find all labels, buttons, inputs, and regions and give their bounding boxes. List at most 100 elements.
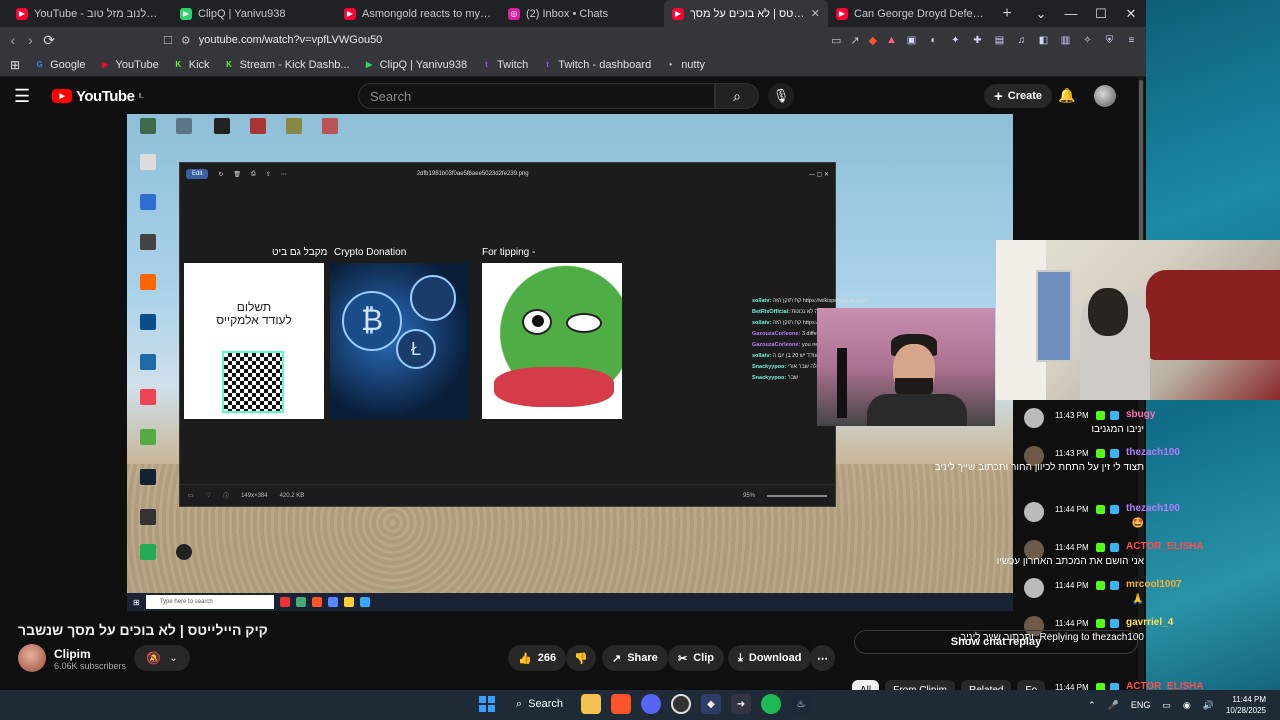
bookmark-item[interactable]: ▶ ClipQ | Yanivu938 xyxy=(364,59,467,71)
download-button[interactable]: ⤓ Download xyxy=(728,645,812,671)
chat-username[interactable]: mrcool1007 xyxy=(1126,579,1182,590)
obs-icon[interactable] xyxy=(671,694,692,714)
bookmark-label: YouTube xyxy=(115,58,159,71)
chat-username[interactable]: thezach100 xyxy=(1126,447,1180,458)
tab-3[interactable]: ◎ (2) Inbox • Chats xyxy=(500,0,664,27)
hamburger-menu-icon[interactable]: ☰ xyxy=(14,86,40,107)
close-tab-icon[interactable]: ✕ xyxy=(811,7,820,20)
account-avatar[interactable] xyxy=(1094,85,1116,107)
volume-icon[interactable]: 🔊 xyxy=(1203,700,1214,711)
chat-username[interactable]: gavrriel_4 xyxy=(1126,617,1173,628)
reload-icon[interactable]: ⟳ xyxy=(43,32,55,49)
brave-shield-icon[interactable]: ◆ xyxy=(869,34,877,47)
file-explorer-icon[interactable] xyxy=(581,694,602,714)
subscribed-button[interactable]: 🔕 ⌄ xyxy=(134,645,190,671)
tab-search-icon[interactable]: ⌄ xyxy=(1026,0,1056,27)
tab-2[interactable]: ▶ Asmongold reacts to my AI Song - Yo xyxy=(336,0,500,27)
extension-icon-2[interactable]: ◐ xyxy=(927,34,940,47)
app-icon[interactable]: ◆ xyxy=(701,694,722,714)
mini-chat-name: Snackyypoo: xyxy=(752,375,787,381)
share-icon[interactable]: ↗ xyxy=(850,34,859,47)
bookmark-icon[interactable]: ☐ xyxy=(163,34,173,47)
sidebar-icon[interactable]: ◧ xyxy=(1037,34,1050,47)
vpn-icon[interactable]: ✧ xyxy=(1081,34,1094,47)
tab-0[interactable]: ▶ YouTube - גיא אסלנוב מזל טוב xyxy=(8,0,172,27)
steam-icon[interactable]: ♨ xyxy=(791,694,812,714)
clip-button[interactable]: ✂ Clip xyxy=(668,645,724,671)
menu-icon[interactable]: ≡ xyxy=(1125,34,1138,47)
chat-username[interactable]: thezach100 xyxy=(1126,503,1180,514)
bookmark-favicon-icon: • xyxy=(669,60,673,69)
bookmark-item[interactable]: • nutty xyxy=(665,59,705,71)
windows-start-icon[interactable] xyxy=(476,693,498,715)
apps-grid-icon[interactable]: ⊞ xyxy=(10,58,20,72)
back-button-icon[interactable]: ‹ xyxy=(8,32,18,48)
spotify-icon[interactable] xyxy=(761,694,782,714)
install-icon[interactable]: ▭ xyxy=(831,34,841,47)
display-icon[interactable]: ▭ xyxy=(1162,700,1171,711)
extension-icon-4[interactable]: ✚ xyxy=(971,34,984,47)
close-window-icon[interactable]: ✕ xyxy=(1116,0,1146,27)
extension-icon-3[interactable]: ✦ xyxy=(949,34,962,47)
notifications-bell-icon[interactable]: 🔔 xyxy=(1058,87,1075,104)
maximize-icon[interactable]: ☐ xyxy=(1086,0,1116,27)
chat-username[interactable]: ACTOR_ELISHA xyxy=(1126,541,1204,552)
music-icon[interactable]: ♫ xyxy=(1015,34,1028,47)
youtube-logo[interactable]: ▶ YouTube IL xyxy=(52,88,144,105)
chat-timestamp: 11:44 PM xyxy=(1055,505,1089,514)
chat-username[interactable]: sbugy xyxy=(1126,409,1155,420)
desktop-icon xyxy=(131,509,165,527)
extension-icon-5[interactable]: ▤ xyxy=(993,34,1006,47)
shield-icon[interactable]: ⛨ xyxy=(1103,34,1116,47)
brave-rewards-icon[interactable]: ▲ xyxy=(886,34,897,46)
video-player[interactable]: Edit ↻ 🗑 ⎙ ⇪ ⋯ 2dfb1981b03f0ae5f6aee5023… xyxy=(127,114,1013,611)
search-input[interactable]: Search xyxy=(358,83,715,109)
tab-1[interactable]: ▶ ClipQ | Yanivu938 xyxy=(172,0,336,27)
bookmark-item[interactable]: K Stream - Kick Dashb... xyxy=(224,59,349,71)
bell-off-icon: 🔕 xyxy=(146,651,162,665)
network-icon[interactable]: ◉ xyxy=(1183,700,1191,711)
like-button[interactable]: 👍 266 xyxy=(508,645,567,671)
dislike-button[interactable]: 👎 xyxy=(566,645,596,671)
mini-chat-name: GazouzaCorleone: xyxy=(752,331,801,337)
new-tab-button[interactable]: + xyxy=(992,0,1022,27)
site-info-icon[interactable]: ⚙ xyxy=(181,34,191,47)
url-text[interactable]: youtube.com/watch?v=vpfLVWGou50 xyxy=(199,34,383,46)
language-indicator[interactable]: ENG xyxy=(1131,700,1151,710)
channel-avatar[interactable] xyxy=(18,644,46,672)
extension-icon-1[interactable]: ▣ xyxy=(905,34,918,47)
create-button[interactable]: + Create xyxy=(984,84,1053,108)
sub-badge-icon xyxy=(1110,581,1119,590)
wallet-icon[interactable]: ▥ xyxy=(1059,34,1072,47)
taskbar-search-button[interactable]: ⌕ Search xyxy=(508,693,571,715)
bookmark-item[interactable]: G Google xyxy=(34,59,85,71)
url-field[interactable]: ☐ ⚙ youtube.com/watch?v=vpfLVWGou50 xyxy=(163,30,823,50)
bit-payment-pane: תשלום לעודד אלמקייס xyxy=(184,263,324,419)
bookmark-item[interactable]: t Twitch xyxy=(481,59,528,71)
tab-title: ClipQ | Yanivu938 xyxy=(198,7,286,20)
share-button[interactable]: ↗ Share xyxy=(602,645,668,671)
forward-button-icon[interactable]: › xyxy=(26,32,36,48)
taskbar-clock[interactable]: 11:44 PM 10/28/2025 xyxy=(1226,694,1266,716)
bookmark-item[interactable]: t Twitch - dashboard xyxy=(542,59,651,71)
video-title: קיק היילייטס | לא בוכים על מסך שנשבר xyxy=(18,622,268,638)
mic-icon[interactable]: 🎤 xyxy=(1108,700,1119,711)
app-icon[interactable]: ➜ xyxy=(731,694,752,714)
voice-search-button[interactable]: 🎙 xyxy=(768,83,794,109)
chat-timestamp: 11:44 PM xyxy=(1055,543,1089,552)
address-bar: ‹ › ⟳ ☐ ⚙ youtube.com/watch?v=vpfLVWGou5… xyxy=(0,27,1146,53)
search-button[interactable]: ⌕ xyxy=(715,83,759,109)
channel-name[interactable]: Clipim xyxy=(54,647,91,661)
bookmark-item[interactable]: ▶ YouTube xyxy=(100,59,159,71)
discord-icon[interactable] xyxy=(641,694,662,714)
image-size: 420.2 KB xyxy=(279,492,305,499)
minimize-icon[interactable]: — xyxy=(1056,0,1086,27)
desktop-icon xyxy=(131,469,165,487)
brave-browser-icon[interactable] xyxy=(611,694,632,714)
tab-5[interactable]: ▶ Can George Droyd Defeat The SPOO xyxy=(828,0,992,27)
bookmark-item[interactable]: K Kick xyxy=(173,59,209,71)
tab-4[interactable]: ▶ קיק היילייטס | לא בוכים על מסך ✕ xyxy=(664,0,828,27)
tray-chevron-icon[interactable]: ⌃ xyxy=(1088,700,1096,711)
more-actions-button[interactable]: ⋯ xyxy=(810,645,835,671)
show-chat-replay-button[interactable]: Show chat replay xyxy=(854,630,1138,654)
